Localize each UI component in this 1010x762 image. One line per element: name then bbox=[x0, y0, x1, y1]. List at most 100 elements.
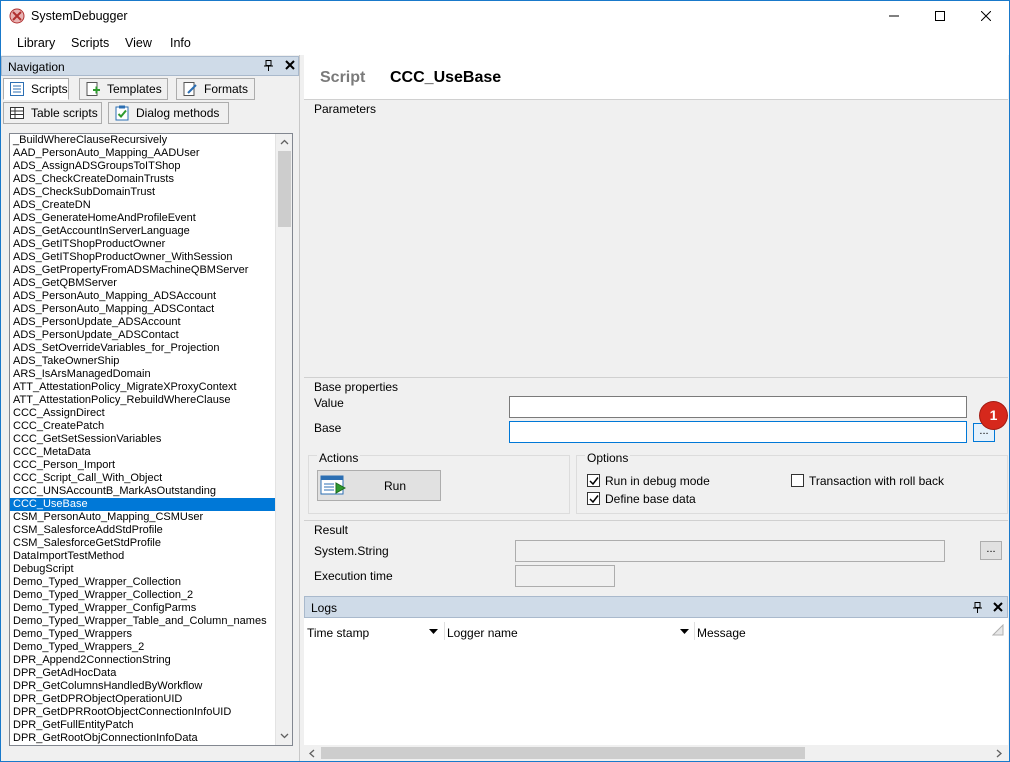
script-list-item[interactable]: CSM_SalesforceAddStdProfile bbox=[10, 524, 276, 537]
define-base-data-checkbox[interactable] bbox=[587, 492, 600, 505]
script-list-item[interactable]: CCC_UseBase bbox=[10, 498, 276, 511]
script-list-item[interactable]: DPR_GetAdHocData bbox=[10, 667, 276, 680]
script-list-item[interactable]: ADS_CheckCreateDomainTrusts bbox=[10, 173, 276, 186]
value-label: Value bbox=[314, 396, 344, 410]
logs-grid[interactable]: Time stamp Logger name Message bbox=[304, 618, 1008, 761]
scroll-left-icon[interactable] bbox=[308, 749, 315, 758]
execution-time-field bbox=[515, 565, 615, 587]
maximize-button[interactable] bbox=[917, 1, 963, 31]
script-list-item[interactable]: ATT_AttestationPolicy_RebuildWhereClause bbox=[10, 394, 276, 407]
scroll-up-icon[interactable] bbox=[280, 138, 289, 147]
menu-info[interactable]: Info bbox=[170, 36, 191, 50]
script-list-item[interactable]: CCC_Person_Import bbox=[10, 459, 276, 472]
script-list-scrollbar[interactable] bbox=[275, 134, 292, 745]
title-bar: SystemDebugger bbox=[0, 0, 1010, 31]
base-input[interactable] bbox=[509, 421, 967, 443]
scrollbar-thumb[interactable] bbox=[278, 151, 291, 227]
script-list-item[interactable]: DPR_GetDPRRootObjectConnectionInfoUID bbox=[10, 706, 276, 719]
pin-icon[interactable] bbox=[973, 602, 982, 613]
script-list-item[interactable]: ATT_AttestationPolicy_MigrateXProxyConte… bbox=[10, 381, 276, 394]
script-list-item[interactable]: ADS_GetAccountInServerLanguage bbox=[10, 225, 276, 238]
script-list-item[interactable]: ADS_GetQBMServer bbox=[10, 277, 276, 290]
logs-header: Logs bbox=[304, 596, 1008, 618]
script-list-item[interactable]: ADS_GetITShopProductOwner bbox=[10, 238, 276, 251]
filter-dropdown-icon[interactable] bbox=[429, 629, 438, 634]
filter-dropdown-icon[interactable] bbox=[680, 629, 689, 634]
script-list-item[interactable]: DPR_Append2ConnectionString bbox=[10, 654, 276, 667]
script-list-item[interactable]: CCC_UNSAccountB_MarkAsOutstanding bbox=[10, 485, 276, 498]
script-list-item[interactable]: Demo_Typed_Wrapper_Collection bbox=[10, 576, 276, 589]
script-list-item[interactable]: Demo_Typed_Wrappers bbox=[10, 628, 276, 641]
script-list-item[interactable]: ADS_GetPropertyFromADSMachineQBMServer bbox=[10, 264, 276, 277]
script-list-item[interactable]: CCC_Script_Call_With_Object bbox=[10, 472, 276, 485]
column-separator[interactable] bbox=[694, 622, 695, 640]
scrollbar-thumb[interactable] bbox=[321, 747, 805, 759]
actions-title: Actions bbox=[317, 451, 361, 465]
menu-library[interactable]: Library bbox=[17, 36, 55, 50]
execution-time-label: Execution time bbox=[314, 569, 393, 583]
tab-dialog-methods[interactable]: Dialog methods bbox=[108, 102, 229, 124]
column-separator[interactable] bbox=[444, 622, 445, 640]
close-panel-icon[interactable] bbox=[285, 60, 295, 70]
tab-templates[interactable]: Templates bbox=[79, 78, 168, 100]
tab-formats[interactable]: Formats bbox=[176, 78, 255, 100]
menu-view[interactable]: View bbox=[125, 36, 152, 50]
list-icon bbox=[10, 82, 24, 96]
navigation-title: Navigation bbox=[8, 60, 65, 74]
script-list-item[interactable]: ADS_TakeOwnerShip bbox=[10, 355, 276, 368]
result-type-label: System.String bbox=[314, 544, 389, 558]
close-window-button[interactable] bbox=[963, 1, 1009, 31]
script-list-item[interactable]: DebugScript bbox=[10, 563, 276, 576]
script-list-item[interactable]: Demo_Typed_Wrapper_Table_and_Column_name… bbox=[10, 615, 276, 628]
script-list[interactable]: _BuildWhereClauseRecursively AAD_PersonAu… bbox=[9, 133, 293, 746]
script-list-item[interactable]: DPR_GetRootObjConnectionInfoData bbox=[10, 732, 276, 745]
menu-scripts[interactable]: Scripts bbox=[71, 36, 109, 50]
script-list-item[interactable]: ADS_PersonAuto_Mapping_ADSAccount bbox=[10, 290, 276, 303]
script-list-item[interactable]: Demo_Typed_Wrappers_2 bbox=[10, 641, 276, 654]
script-list-item[interactable]: ARS_IsArsManagedDomain bbox=[10, 368, 276, 381]
check-icon bbox=[589, 477, 599, 486]
result-browse-button[interactable]: ... bbox=[980, 541, 1002, 560]
parameters-title: Parameters bbox=[314, 102, 377, 116]
tab-scripts[interactable]: Scripts bbox=[3, 78, 69, 100]
script-list-item[interactable]: DPR_GetDPRObjectOperationUID bbox=[10, 693, 276, 706]
script-list-item[interactable]: ADS_PersonAuto_Mapping_ADSContact bbox=[10, 303, 276, 316]
column-header-time-stamp[interactable]: Time stamp bbox=[307, 626, 369, 640]
script-list-item[interactable]: ADS_CheckSubDomainTrust bbox=[10, 186, 276, 199]
run-button-label: Run bbox=[383, 479, 406, 493]
script-list-item[interactable]: ADS_PersonUpdate_ADSContact bbox=[10, 329, 276, 342]
transaction-with-roll-back-checkbox[interactable] bbox=[791, 474, 804, 487]
run-in-debug-mode-checkbox[interactable] bbox=[587, 474, 600, 487]
script-list-item[interactable]: ADS_GenerateHomeAndProfileEvent bbox=[10, 212, 276, 225]
script-list-item[interactable]: Demo_Typed_Wrapper_Collection_2 bbox=[10, 589, 276, 602]
close-panel-icon[interactable] bbox=[993, 602, 1003, 612]
scroll-right-icon[interactable] bbox=[996, 749, 1003, 758]
app-bug-icon bbox=[9, 8, 25, 24]
script-list-item[interactable]: DPR_GetColumnsHandledByWorkflow bbox=[10, 680, 276, 693]
column-header-logger-name[interactable]: Logger name bbox=[447, 626, 518, 640]
script-list-item[interactable]: ADS_PersonUpdate_ADSAccount bbox=[10, 316, 276, 329]
script-list-item[interactable]: CCC_MetaData bbox=[10, 446, 276, 459]
script-list-item[interactable]: ADS_CreateDN bbox=[10, 199, 276, 212]
pin-icon[interactable] bbox=[264, 60, 273, 71]
script-list-item[interactable]: ADS_GetITShopProductOwner_WithSession bbox=[10, 251, 276, 264]
script-list-item[interactable]: CCC_CreatePatch bbox=[10, 420, 276, 433]
script-list-item[interactable]: Demo_Typed_Wrapper_ConfigParms bbox=[10, 602, 276, 615]
script-list-item[interactable]: ADS_AssignADSGroupsToITShop bbox=[10, 160, 276, 173]
script-list-item[interactable]: CCC_GetSetSessionVariables bbox=[10, 433, 276, 446]
script-list-item[interactable]: CSM_PersonAuto_Mapping_CSMUser bbox=[10, 511, 276, 524]
scroll-down-icon[interactable] bbox=[280, 731, 289, 740]
script-list-item[interactable]: _BuildWhereClauseRecursively bbox=[10, 134, 276, 147]
tab-table-scripts[interactable]: Table scripts bbox=[3, 102, 102, 124]
script-list-item[interactable]: DataImportTestMethod bbox=[10, 550, 276, 563]
minimize-button[interactable] bbox=[871, 1, 917, 31]
column-header-message[interactable]: Message bbox=[697, 626, 746, 640]
script-list-item[interactable]: CSM_SalesforceGetStdProfile bbox=[10, 537, 276, 550]
script-list-item[interactable]: CCC_AssignDirect bbox=[10, 407, 276, 420]
script-list-item[interactable]: DPR_GetFullEntityPatch bbox=[10, 719, 276, 732]
value-input[interactable] bbox=[509, 396, 967, 418]
logs-horizontal-scrollbar[interactable] bbox=[304, 745, 1008, 761]
script-list-item[interactable]: AAD_PersonAuto_Mapping_AADUser bbox=[10, 147, 276, 160]
run-button[interactable]: Run bbox=[317, 470, 441, 501]
script-list-item[interactable]: ADS_SetOverrideVariables_for_Projection bbox=[10, 342, 276, 355]
